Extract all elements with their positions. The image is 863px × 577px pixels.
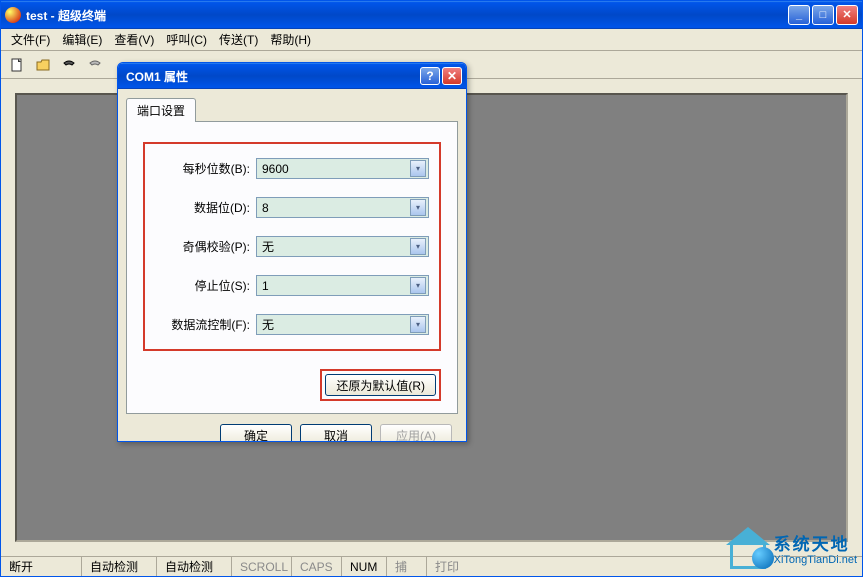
status-caps: CAPS bbox=[291, 557, 341, 576]
label-baud: 每秒位数(B): bbox=[155, 160, 250, 177]
menu-file[interactable]: 文件(F) bbox=[5, 29, 56, 50]
combo-parity-value: 无 bbox=[262, 238, 410, 255]
phone-connect-icon[interactable] bbox=[59, 56, 79, 74]
combo-stopbits[interactable]: 1 ▾ bbox=[256, 275, 429, 296]
label-parity: 奇偶校验(P): bbox=[155, 238, 250, 255]
app-icon bbox=[5, 7, 21, 23]
watermark-url: XiTongTianDi.net bbox=[774, 554, 857, 566]
field-data-bits: 数据位(D): 8 ▾ bbox=[155, 197, 429, 218]
main-titlebar: test - 超级终端 _ □ ✕ bbox=[1, 1, 862, 29]
dialog-close-button[interactable]: ✕ bbox=[442, 67, 462, 85]
label-flowctrl: 数据流控制(F): bbox=[155, 316, 250, 333]
field-parity: 奇偶校验(P): 无 ▾ bbox=[155, 236, 429, 257]
open-file-icon[interactable] bbox=[33, 56, 53, 74]
combo-databits-value: 8 bbox=[262, 201, 410, 215]
menu-view[interactable]: 查看(V) bbox=[108, 29, 160, 50]
ok-button[interactable]: 确定 bbox=[220, 424, 292, 442]
phone-disconnect-icon[interactable] bbox=[85, 56, 105, 74]
menu-transfer[interactable]: 传送(T) bbox=[213, 29, 264, 50]
restore-defaults-highlight: 还原为默认值(R) bbox=[320, 369, 441, 401]
menu-help[interactable]: 帮助(H) bbox=[264, 29, 317, 50]
restore-defaults-button[interactable]: 还原为默认值(R) bbox=[325, 374, 436, 396]
status-autodetect1: 自动检测 bbox=[81, 557, 156, 576]
field-baud-rate: 每秒位数(B): 9600 ▾ bbox=[155, 158, 429, 179]
dialog-title: COM1 属性 bbox=[122, 68, 418, 85]
tab-port-settings[interactable]: 端口设置 bbox=[126, 98, 196, 122]
combo-parity[interactable]: 无 ▾ bbox=[256, 236, 429, 257]
watermark-logo-icon bbox=[728, 531, 768, 571]
status-scroll: SCROLL bbox=[231, 557, 291, 576]
dialog-titlebar: COM1 属性 ? ✕ bbox=[118, 63, 466, 89]
status-capture: 捕 bbox=[386, 557, 426, 576]
apply-button[interactable]: 应用(A) bbox=[380, 424, 452, 442]
com1-properties-dialog: COM1 属性 ? ✕ 端口设置 每秒位数(B): 9600 ▾ 数据位(D): bbox=[117, 62, 467, 442]
chevron-down-icon: ▾ bbox=[410, 238, 426, 255]
field-flow-control: 数据流控制(F): 无 ▾ bbox=[155, 314, 429, 335]
chevron-down-icon: ▾ bbox=[410, 277, 426, 294]
watermark: 系统天地 XiTongTianDi.net bbox=[728, 531, 857, 571]
cancel-button[interactable]: 取消 bbox=[300, 424, 372, 442]
combo-flowctrl-value: 无 bbox=[262, 316, 410, 333]
menu-edit[interactable]: 编辑(E) bbox=[56, 29, 108, 50]
label-stopbits: 停止位(S): bbox=[155, 277, 250, 294]
label-databits: 数据位(D): bbox=[155, 199, 250, 216]
combo-flowctrl[interactable]: 无 ▾ bbox=[256, 314, 429, 335]
maximize-button[interactable]: □ bbox=[812, 5, 834, 25]
chevron-down-icon: ▾ bbox=[410, 199, 426, 216]
menu-call[interactable]: 呼叫(C) bbox=[160, 29, 213, 50]
window-title: test - 超级终端 bbox=[26, 7, 788, 24]
combo-baud[interactable]: 9600 ▾ bbox=[256, 158, 429, 179]
field-stop-bits: 停止位(S): 1 ▾ bbox=[155, 275, 429, 296]
watermark-title: 系统天地 bbox=[774, 536, 857, 555]
combo-stopbits-value: 1 bbox=[262, 279, 410, 293]
chevron-down-icon: ▾ bbox=[410, 316, 426, 333]
dialog-button-row: 确定 取消 应用(A) bbox=[126, 414, 458, 442]
menubar: 文件(F) 编辑(E) 查看(V) 呼叫(C) 传送(T) 帮助(H) bbox=[1, 29, 862, 51]
tab-strip: 端口设置 bbox=[126, 97, 458, 121]
tab-panel: 每秒位数(B): 9600 ▾ 数据位(D): 8 ▾ 奇偶校验(P): bbox=[126, 121, 458, 414]
dialog-help-button[interactable]: ? bbox=[420, 67, 440, 85]
status-num: NUM bbox=[341, 557, 386, 576]
status-connection: 断开 bbox=[1, 557, 81, 576]
close-button[interactable]: ✕ bbox=[836, 5, 858, 25]
status-autodetect2: 自动检测 bbox=[156, 557, 231, 576]
minimize-button[interactable]: _ bbox=[788, 5, 810, 25]
combo-databits[interactable]: 8 ▾ bbox=[256, 197, 429, 218]
new-file-icon[interactable] bbox=[7, 56, 27, 74]
combo-baud-value: 9600 bbox=[262, 162, 410, 176]
chevron-down-icon: ▾ bbox=[410, 160, 426, 177]
fields-highlight-box: 每秒位数(B): 9600 ▾ 数据位(D): 8 ▾ 奇偶校验(P): bbox=[143, 142, 441, 351]
